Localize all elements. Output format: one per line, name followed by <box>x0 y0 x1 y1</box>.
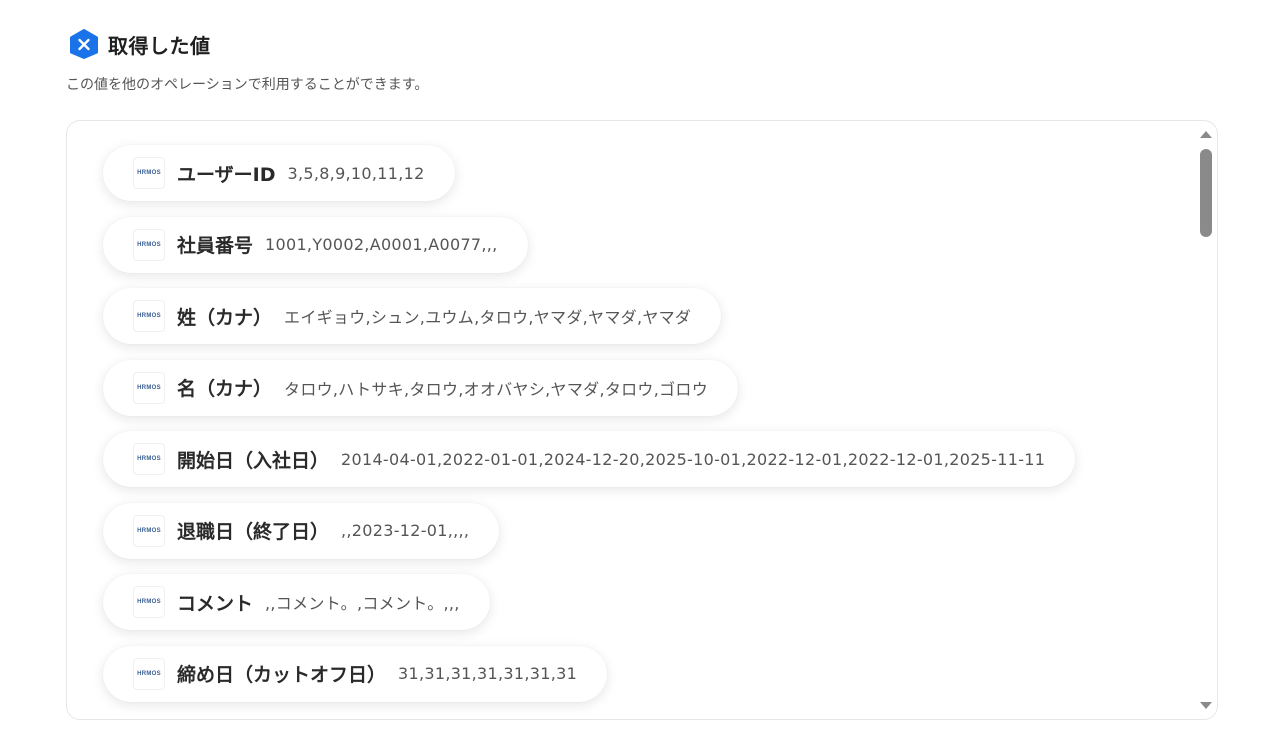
value-chip-comment[interactable]: HRMOS コメント ,,コメント。,コメント。,,, <box>103 574 490 630</box>
value-chip-end-date[interactable]: HRMOS 退職日（終了日） ,,2023-12-01,,,, <box>103 502 500 559</box>
values-panel[interactable]: HRMOS ユーザーID 3,5,8,9,10,11,12 HRMOS 社員番号… <box>66 120 1218 720</box>
hrmos-logo-icon: HRMOS <box>133 300 165 332</box>
value-label: 締め日（カットオフ日） <box>177 664 387 686</box>
value-text: エイギョウ,シュン,ユウム,タロウ,ヤマダ,ヤマダ,ヤマダ <box>284 308 692 327</box>
scroll-up-arrow-icon[interactable] <box>1200 131 1212 138</box>
value-text: 1001,Y0002,A0001,A0077,,, <box>265 235 498 254</box>
value-chip-first-name-kana[interactable]: HRMOS 名（カナ） タロウ,ハトサキ,タロウ,オオバヤシ,ヤマダ,タロウ,ゴ… <box>103 359 739 416</box>
value-label: ユーザーID <box>177 163 276 186</box>
value-label: 社員番号 <box>177 235 254 257</box>
value-chip-last-name-kana[interactable]: HRMOS 姓（カナ） エイギョウ,シュン,ユウム,タロウ,ヤマダ,ヤマダ,ヤマ… <box>103 288 722 344</box>
value-text: タロウ,ハトサキ,タロウ,オオバヤシ,ヤマダ,タロウ,ゴロウ <box>284 379 709 399</box>
value-chip-cutoff-date[interactable]: HRMOS 締め日（カットオフ日） 31,31,31,31,31,31,31 <box>103 645 608 702</box>
hrmos-logo-icon: HRMOS <box>133 443 165 475</box>
page-subtitle: この値を他のオペレーションで利用することができます。 <box>66 77 429 93</box>
value-text: 2014-04-01,2022-01-01,2024-12-20,2025-10… <box>341 449 1046 469</box>
value-label: 姓（カナ） <box>177 306 273 329</box>
value-chip-start-date[interactable]: HRMOS 開始日（入社日） 2014-04-01,2022-01-01,202… <box>103 431 1076 487</box>
page-title: 取得した値 <box>108 33 211 58</box>
value-chip-employee-number[interactable]: HRMOS 社員番号 1001,Y0002,A0001,A0077,,, <box>103 216 528 273</box>
hrmos-logo-icon: HRMOS <box>133 514 165 547</box>
scrollbar-thumb[interactable] <box>1200 149 1212 237</box>
value-text: 31,31,31,31,31,31,31 <box>398 664 578 683</box>
hrmos-logo-icon: HRMOS <box>133 371 165 404</box>
value-label: 退職日（終了日） <box>177 521 330 543</box>
hrmos-logo-icon: HRMOS <box>133 157 165 189</box>
value-label: 開始日（入社日） <box>177 449 330 472</box>
hrmos-logo-icon: HRMOS <box>133 586 165 618</box>
value-label: 名（カナ） <box>177 378 273 400</box>
value-text: ,,2023-12-01,,,, <box>341 521 470 540</box>
hrmos-logo-icon: HRMOS <box>133 228 165 261</box>
value-text: 3,5,8,9,10,11,12 <box>287 163 425 183</box>
section-header: 取得した値 <box>68 28 211 60</box>
value-text: ,,コメント。,コメント。,,, <box>265 594 460 613</box>
scroll-down-arrow-icon[interactable] <box>1200 702 1212 709</box>
hrmos-logo-icon: HRMOS <box>133 657 165 690</box>
value-chip-user-id[interactable]: HRMOS ユーザーID 3,5,8,9,10,11,12 <box>103 145 455 201</box>
scrollbar[interactable] <box>1199 127 1213 713</box>
values-list: HRMOS ユーザーID 3,5,8,9,10,11,12 HRMOS 社員番号… <box>103 145 1187 717</box>
value-label: コメント <box>177 592 254 615</box>
yoom-hex-icon <box>70 29 98 59</box>
